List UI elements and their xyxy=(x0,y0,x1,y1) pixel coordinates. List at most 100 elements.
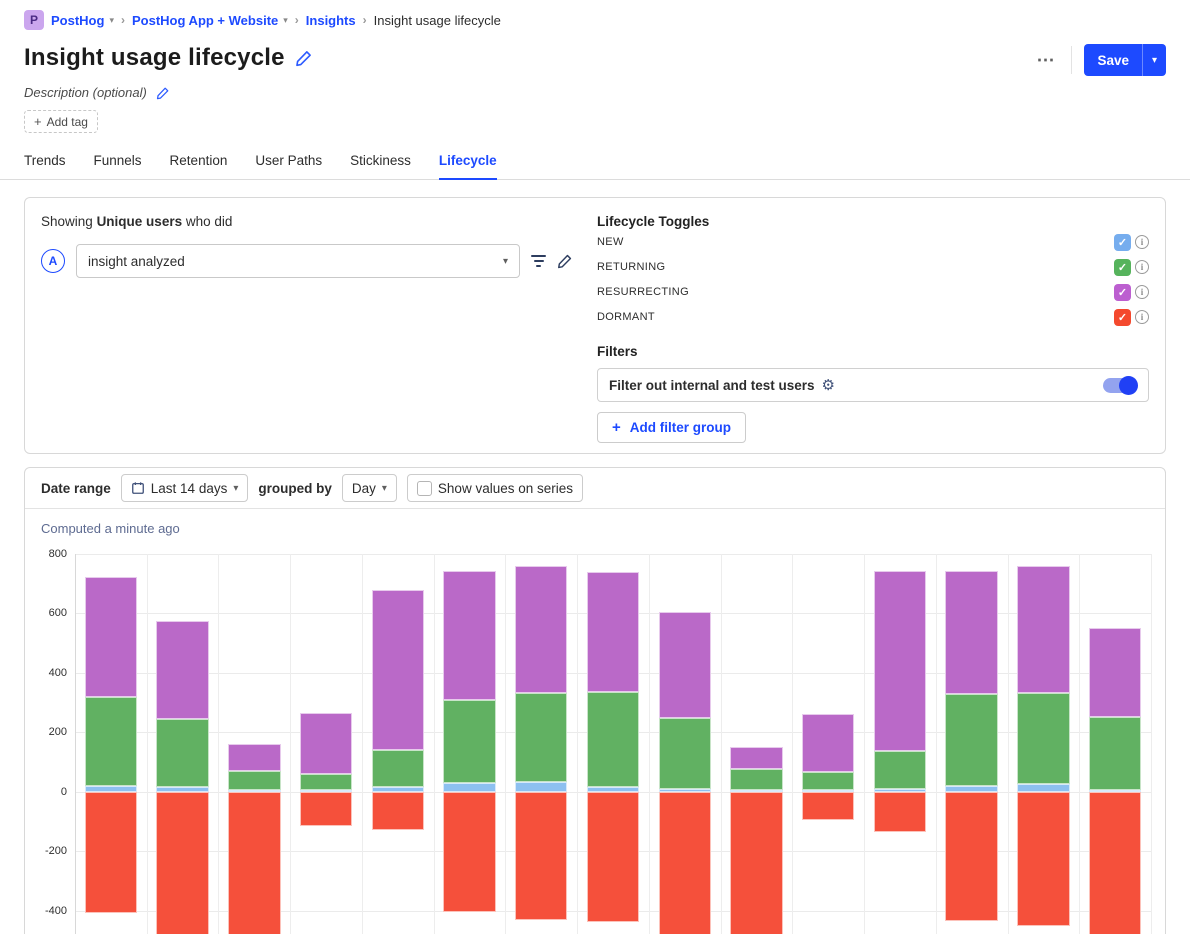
filters-heading: Filters xyxy=(597,344,1149,359)
bar-segment-resurrecting[interactable] xyxy=(85,577,137,697)
bar-segment-returning[interactable] xyxy=(730,769,782,790)
bar-segment-resurrecting[interactable] xyxy=(874,571,926,750)
bar-segment-resurrecting[interactable] xyxy=(802,714,854,772)
info-icon[interactable]: i xyxy=(1135,260,1149,274)
show-values-button[interactable]: Show values on series xyxy=(407,474,583,502)
bar-segment-resurrecting[interactable] xyxy=(730,747,782,769)
bar-segment-dormant[interactable] xyxy=(659,792,711,934)
bar-segment-dormant[interactable] xyxy=(85,792,137,914)
info-icon[interactable]: i xyxy=(1135,310,1149,324)
bar-segment-dormant[interactable] xyxy=(1089,792,1141,934)
add-filter-group-label: Add filter group xyxy=(630,420,731,435)
bar-segment-returning[interactable] xyxy=(1017,693,1069,784)
chart-controls: Date range Last 14 days ▾ grouped by Day… xyxy=(25,468,1165,509)
gridline xyxy=(1008,554,1009,934)
dormant-checkbox[interactable]: ✓ xyxy=(1114,309,1131,326)
bar-segment-dormant[interactable] xyxy=(587,792,639,923)
bar-segment-returning[interactable] xyxy=(228,771,280,790)
breadcrumb-project[interactable]: PostHog xyxy=(51,13,104,28)
chevron-down-icon: ▾ xyxy=(283,15,288,26)
bar-segment-returning[interactable] xyxy=(874,751,926,790)
showing-description: Showing Unique users who did xyxy=(41,214,573,229)
date-range-button[interactable]: Last 14 days ▾ xyxy=(121,474,249,502)
bar-segment-resurrecting[interactable] xyxy=(1089,628,1141,716)
bar-segment-returning[interactable] xyxy=(659,718,711,788)
series-badge[interactable]: A xyxy=(41,249,65,273)
save-button[interactable]: Save xyxy=(1084,44,1142,76)
resurrecting-checkbox[interactable]: ✓ xyxy=(1114,284,1131,301)
chevron-down-icon: ▾ xyxy=(109,15,114,26)
gear-icon[interactable]: ⚙ xyxy=(822,378,835,393)
show-values-checkbox[interactable] xyxy=(417,481,432,496)
bar-segment-resurrecting[interactable] xyxy=(515,566,567,693)
event-select[interactable]: insight analyzed ▾ xyxy=(76,244,520,278)
divider xyxy=(1071,46,1072,74)
bar-segment-resurrecting[interactable] xyxy=(587,572,639,693)
bar-segment-dormant[interactable] xyxy=(515,792,567,921)
bar-segment-returning[interactable] xyxy=(1089,717,1141,790)
bar-segment-returning[interactable] xyxy=(85,697,137,786)
breadcrumb: P PostHog ▾ › PostHog App + Website ▾ › … xyxy=(0,0,1190,30)
tab-funnels[interactable]: Funnels xyxy=(94,147,142,179)
date-range-value: Last 14 days xyxy=(151,481,228,496)
bar-segment-resurrecting[interactable] xyxy=(443,571,495,701)
bar-segment-dormant[interactable] xyxy=(443,792,495,912)
bar-segment-dormant[interactable] xyxy=(945,792,997,922)
tab-retention[interactable]: Retention xyxy=(170,147,228,179)
more-options-button[interactable]: ⋯ xyxy=(1032,50,1059,71)
bar-segment-resurrecting[interactable] xyxy=(659,612,711,718)
rename-series-pencil-icon[interactable] xyxy=(557,253,573,269)
returning-checkbox[interactable]: ✓ xyxy=(1114,259,1131,276)
bar-segment-dormant[interactable] xyxy=(300,792,352,826)
event-select-value: insight analyzed xyxy=(88,254,185,269)
project-avatar[interactable]: P xyxy=(24,10,44,30)
tab-lifecycle[interactable]: Lifecycle xyxy=(439,147,497,180)
bar-segment-resurrecting[interactable] xyxy=(372,590,424,750)
edit-title-pencil-icon[interactable] xyxy=(295,49,313,67)
breadcrumb-insights[interactable]: Insights xyxy=(306,13,356,28)
y-tick-label: -200 xyxy=(45,845,67,857)
new-checkbox[interactable]: ✓ xyxy=(1114,234,1131,251)
bar-segment-dormant[interactable] xyxy=(802,792,854,820)
calendar-icon xyxy=(131,481,145,495)
bar-segment-returning[interactable] xyxy=(300,774,352,790)
bar-segment-returning[interactable] xyxy=(156,719,208,787)
bar-segment-dormant[interactable] xyxy=(228,792,280,934)
info-icon[interactable]: i xyxy=(1135,235,1149,249)
bar-segment-returning[interactable] xyxy=(372,750,424,787)
add-filter-group-button[interactable]: + Add filter group xyxy=(597,412,746,443)
bar-segment-new[interactable] xyxy=(515,782,567,792)
tab-trends[interactable]: Trends xyxy=(24,147,66,179)
bar-segment-dormant[interactable] xyxy=(372,792,424,831)
bar-segment-dormant[interactable] xyxy=(156,792,208,934)
edit-description-pencil-icon[interactable] xyxy=(156,86,170,100)
tab-stickiness[interactable]: Stickiness xyxy=(350,147,411,179)
bar-segment-returning[interactable] xyxy=(802,772,854,790)
bar-segment-resurrecting[interactable] xyxy=(1017,566,1069,693)
bar-segment-dormant[interactable] xyxy=(874,792,926,832)
bar-segment-new[interactable] xyxy=(443,783,495,791)
grouped-by-label: grouped by xyxy=(258,481,332,496)
property-filter-icon[interactable] xyxy=(531,255,546,267)
info-icon[interactable]: i xyxy=(1135,285,1149,299)
test-account-filter-toggle[interactable] xyxy=(1103,378,1137,393)
breadcrumb-app[interactable]: PostHog App + Website xyxy=(132,13,278,28)
bar-segment-returning[interactable] xyxy=(515,693,567,782)
bar-segment-returning[interactable] xyxy=(945,694,997,786)
tab-user-paths[interactable]: User Paths xyxy=(255,147,322,179)
gridline xyxy=(147,554,148,934)
save-dropdown-caret[interactable]: ▾ xyxy=(1142,44,1166,76)
gridline xyxy=(218,554,219,934)
bar-segment-resurrecting[interactable] xyxy=(156,621,208,719)
bar-segment-dormant[interactable] xyxy=(1017,792,1069,926)
bar-segment-returning[interactable] xyxy=(587,692,639,786)
bar-segment-dormant[interactable] xyxy=(730,792,782,934)
interval-select[interactable]: Day ▾ xyxy=(342,474,397,502)
bar-segment-new[interactable] xyxy=(1017,784,1069,792)
bar-segment-resurrecting[interactable] xyxy=(228,744,280,771)
plus-icon: + xyxy=(612,419,621,436)
bar-segment-resurrecting[interactable] xyxy=(300,713,352,774)
bar-segment-resurrecting[interactable] xyxy=(945,571,997,695)
add-tag-button[interactable]: + Add tag xyxy=(24,110,98,133)
bar-segment-returning[interactable] xyxy=(443,700,495,783)
